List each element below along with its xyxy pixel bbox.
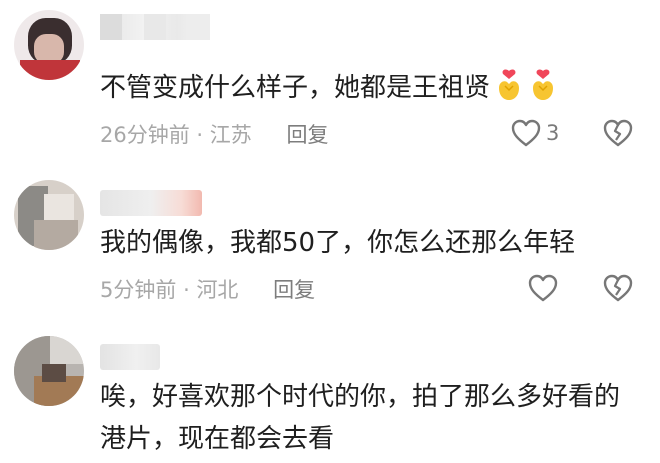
avatar[interactable] — [14, 180, 84, 250]
comment-time: 5分钟前 — [100, 278, 177, 302]
finger-heart-emoji — [533, 69, 554, 100]
comment-location: 江苏 — [209, 123, 252, 147]
username-blurred[interactable] — [100, 14, 210, 40]
heart-outline-icon — [511, 119, 541, 147]
username-blurred[interactable] — [100, 344, 160, 370]
comment-text: 唉，好喜欢那个时代的你，拍了那么多好看的港片，现在都会去看 — [100, 382, 621, 454]
comment-meta: 5分钟前 · 河北 回复 — [100, 275, 315, 305]
broken-heart-outline-icon — [603, 274, 633, 302]
comment-location: 河北 — [196, 278, 239, 302]
username-blurred[interactable] — [100, 190, 202, 216]
reply-button[interactable]: 回复 — [286, 123, 328, 147]
finger-heart-emoji — [499, 69, 520, 100]
comment-time: 26分钟前 — [100, 123, 190, 147]
reply-button[interactable]: 回复 — [273, 278, 315, 302]
avatar[interactable] — [14, 10, 84, 80]
like-button[interactable] — [527, 273, 563, 303]
comment-text: 我的偶像，我都50了，你怎么还那么年轻 — [100, 228, 576, 258]
meta-separator: · — [183, 278, 190, 302]
like-button[interactable]: 3 — [510, 118, 559, 148]
comment-text: 不管变成什么样子，她都是王祖贤 — [100, 67, 558, 109]
heart-outline-icon — [528, 274, 558, 302]
meta-separator: · — [196, 123, 204, 147]
dislike-button[interactable] — [602, 118, 634, 152]
avatar[interactable] — [14, 336, 84, 406]
like-count: 3 — [546, 121, 560, 145]
broken-heart-outline-icon — [603, 119, 633, 147]
dislike-button[interactable] — [602, 273, 634, 307]
comment-meta: 26分钟前 · 江苏 回复 — [100, 120, 328, 150]
